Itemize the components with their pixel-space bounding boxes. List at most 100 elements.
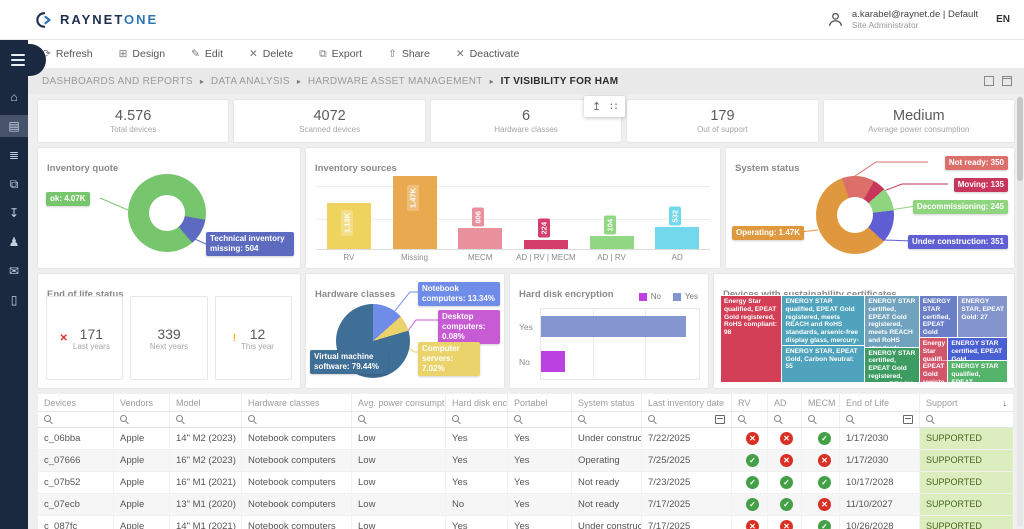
logo-text: RAYNETONE (60, 12, 158, 27)
column-header-support[interactable]: Support↓ (920, 394, 1014, 411)
calendar-icon[interactable] (715, 415, 725, 424)
column-header-end-of-life[interactable]: End of Life (840, 394, 920, 411)
column-header-system-status[interactable]: System status (572, 394, 642, 411)
window-icon[interactable] (1002, 76, 1012, 86)
column-header-last-inventory-date[interactable]: Last inventory date (642, 394, 732, 411)
column-header-label: Avg. power consumption (358, 398, 446, 408)
treemap-cell[interactable]: ENERGY STAR certified, EPEAT Gold regist… (865, 296, 919, 348)
sidebar-item-user-management[interactable]: ♟ (0, 231, 28, 253)
calendar-icon[interactable] (903, 415, 913, 424)
kpi-card-out-of-support[interactable]: 179Out of support (627, 100, 817, 142)
breadcrumb-item-dashboards-and-reports[interactable]: DASHBOARDS AND REPORTS (42, 76, 193, 87)
sidebar-item-messages[interactable]: ✉ (0, 260, 28, 282)
hard-disk-encryption-card[interactable]: Hard disk encryption NoYes YesNo (510, 274, 708, 388)
column-header-mecm[interactable]: MECM (802, 394, 840, 411)
toolbar-share-button[interactable]: ⇧Share (388, 48, 430, 60)
cell-ad: ✓ (768, 494, 802, 515)
filter-rv[interactable] (732, 412, 768, 427)
sidebar-item-home[interactable]: ⌂ (0, 86, 28, 108)
sidebar-item-documents[interactable]: ▯ (0, 289, 28, 311)
language-selector[interactable]: EN (996, 14, 1010, 25)
sidebar-item-connections[interactable]: ⧉ (0, 173, 28, 195)
sidebar-item-dashboards[interactable]: ▤ (0, 115, 28, 137)
vertical-scrollbar[interactable] (1017, 96, 1023, 527)
toolbar-export-button[interactable]: ⧉Export (319, 48, 362, 61)
filter-hardware-classes[interactable] (242, 412, 352, 427)
treemap-cell[interactable]: Energy Star qualified, EPEAT Gold regist… (721, 296, 782, 382)
treemap-cell[interactable]: ENERGY STAR certified, EPEAT Gold regist… (865, 348, 919, 382)
toolbar-design-button[interactable]: ⊞Design (119, 48, 166, 60)
filter-hard-disk-encryp[interactable] (446, 412, 508, 427)
column-header-hard-disk-encryp[interactable]: Hard disk encryp... (446, 394, 508, 411)
bar-value-label: 104 (604, 216, 616, 235)
treemap-cell[interactable]: Energy Star qualifi... EPEAT Gold regist… (920, 338, 949, 382)
treemap-cell[interactable]: ENERGY STAR qualified, EPEAT Gold regist… (782, 296, 865, 346)
bar-value-label: 224 (538, 219, 550, 238)
sustainability-certificates-card[interactable]: Devices with sustainability certificates… (714, 274, 1014, 388)
filter-portabel[interactable] (508, 412, 572, 427)
treemap-cell[interactable]: ENERGY STAR certified, EPEAT Gold regist… (920, 296, 959, 338)
breadcrumb-item-hardware-asset-management[interactable]: HARDWARE ASSET MANAGEMENT (308, 76, 483, 87)
toolbar-refresh-button[interactable]: ⟳Refresh (42, 48, 93, 60)
column-header-avg-power-consumption[interactable]: Avg. power consumption (352, 394, 446, 411)
more-options-icon[interactable]: ∷ (610, 100, 617, 113)
hardware-classes-card[interactable]: Hardware classes Notebook computers: 13.… (306, 274, 504, 388)
filter-last-inventory-date[interactable] (642, 412, 732, 427)
column-header-hardware-classes[interactable]: Hardware classes (242, 394, 352, 411)
inventory-sources-card[interactable]: Inventory sources 1.13K1.47K606224104532… (306, 148, 720, 268)
column-header-ad[interactable]: AD (768, 394, 802, 411)
table-row[interactable]: c_07ecbApple13" M1 (2020)Notebook comput… (38, 494, 1014, 516)
treemap-cell[interactable]: ENERGY STAR, EPEAT Gold: 27 (958, 296, 1007, 338)
system-status-card[interactable]: System status Operating: 1.47K Not ready… (726, 148, 1014, 268)
kpi-card-scanned-devices[interactable]: 4072Scanned devices (234, 100, 424, 142)
treemap-cell[interactable]: ENERGY STAR qualified, EPEAT... (948, 361, 1007, 382)
cell-vendors: Apple (114, 428, 170, 449)
table-row[interactable]: c_06bbaApple14" M2 (2023)Notebook comput… (38, 428, 1014, 450)
breadcrumb-item-data-analysis[interactable]: DATA ANALYSIS (211, 76, 290, 87)
sidebar-item-lists[interactable]: ≣ (0, 144, 28, 166)
treemap-cell[interactable]: ENERGY STAR, EPEAT Gold, Carbon Neutral:… (782, 346, 865, 382)
support-badge: SUPPORTED (920, 428, 1013, 449)
filter-model[interactable] (170, 412, 242, 427)
filter-ad[interactable] (768, 412, 802, 427)
kpi-card-average-power-consumption[interactable]: MediumAverage power consumption (824, 100, 1014, 142)
filter-devices[interactable] (38, 412, 114, 427)
column-header-vendors[interactable]: Vendors (114, 394, 170, 411)
inventory-quote-card[interactable]: Inventory quote ok: 4.07K Technical inve… (38, 148, 300, 268)
table-row[interactable]: c_07666Apple16" M2 (2023)Notebook comput… (38, 450, 1014, 472)
scrollbar-thumb[interactable] (1017, 97, 1023, 181)
data-label-decommissioning: Decommissioning: 245 (913, 200, 1008, 214)
table-row[interactable]: c_087fcApple14" M1 (2021)Notebook comput… (38, 516, 1014, 529)
kpi-card-total-devices[interactable]: 4.576Total devices (38, 100, 228, 142)
column-header-rv[interactable]: RV (732, 394, 768, 411)
table-header-row: Devices Vendors ModelHardware classes Avg. … (38, 394, 1014, 412)
menu-toggle-button[interactable] (0, 44, 46, 76)
toolbar-edit-button[interactable]: ✎Edit (191, 48, 223, 60)
charts-row-1: Inventory quote ok: 4.07K Technical inve… (38, 148, 1014, 268)
sort-descending-icon[interactable]: ↓ (1003, 398, 1008, 408)
toolbar-deactivate-button[interactable]: ✕Deactivate (456, 48, 519, 60)
chart-title: Hard disk encryption (519, 289, 614, 300)
search-icon (514, 415, 523, 424)
share-icon[interactable]: ↥ (592, 100, 601, 113)
column-header-portabel[interactable]: Portabel (508, 394, 572, 411)
treemap-cell[interactable]: ENERGY STAR certified, EPEAT Gold regist… (948, 338, 1007, 361)
filter-system-status[interactable] (572, 412, 642, 427)
filter-vendors[interactable] (114, 412, 170, 427)
breadcrumb-item-it-visibility-for-ham[interactable]: IT VISIBILITY FOR HAM (501, 76, 619, 87)
filter-avg-power-consumption[interactable] (352, 412, 446, 427)
kpi-label: Average power consumption (868, 125, 969, 134)
column-header-model[interactable]: Model (170, 394, 242, 411)
filter-end-of-life[interactable] (840, 412, 920, 427)
cell-hard-disk-encryp: Yes (446, 516, 508, 529)
table-row[interactable]: c_07b52Apple16" M1 (2021)Notebook comput… (38, 472, 1014, 494)
column-header-label: Vendors (120, 398, 153, 408)
toolbar-delete-button[interactable]: ✕Delete (249, 48, 293, 60)
column-header-devices[interactable]: Devices (38, 394, 114, 411)
fullscreen-icon[interactable] (984, 76, 994, 86)
end-of-life-status-card[interactable]: End of life status ✕171Last years339Next… (38, 274, 300, 388)
filter-support[interactable] (920, 412, 1014, 427)
sidebar-item-downloads[interactable]: ↧ (0, 202, 28, 224)
user-account-area[interactable]: a.karabel@raynet.de | Default Site Admin… (827, 9, 1010, 30)
filter-mecm[interactable] (802, 412, 840, 427)
